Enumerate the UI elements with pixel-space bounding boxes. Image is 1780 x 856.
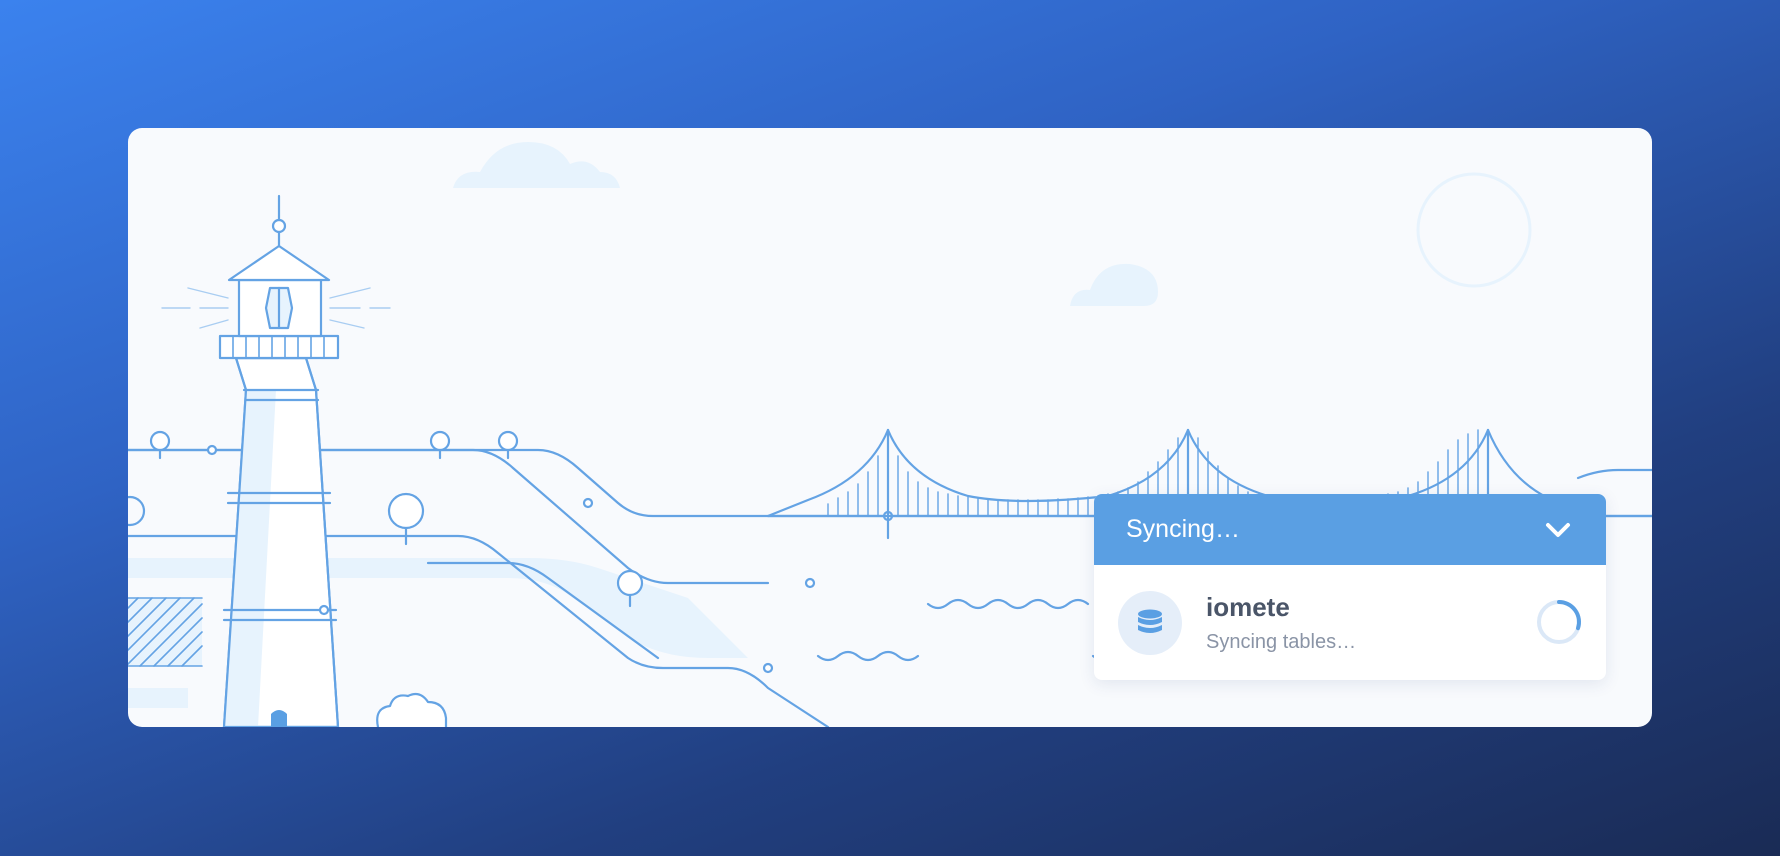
sync-panel: Syncing… iomete Syncing tables… [1094,494,1606,680]
spinner-progress-arc [1557,600,1581,631]
collapse-button[interactable] [1542,514,1574,546]
database-name: iomete [1206,592,1290,622]
sync-status: Syncing tables… [1206,631,1357,653]
chevron-down-icon [1546,522,1570,537]
sync-panel-header[interactable]: Syncing… [1094,494,1606,565]
sync-title: Syncing… [1126,515,1240,543]
database-icon-badge [1118,590,1182,655]
database-icon [1138,609,1162,633]
sync-item: iomete Syncing tables… [1094,565,1606,680]
spinner-icon [1537,600,1581,644]
sync-item-text: iomete Syncing tables… [1206,591,1356,654]
